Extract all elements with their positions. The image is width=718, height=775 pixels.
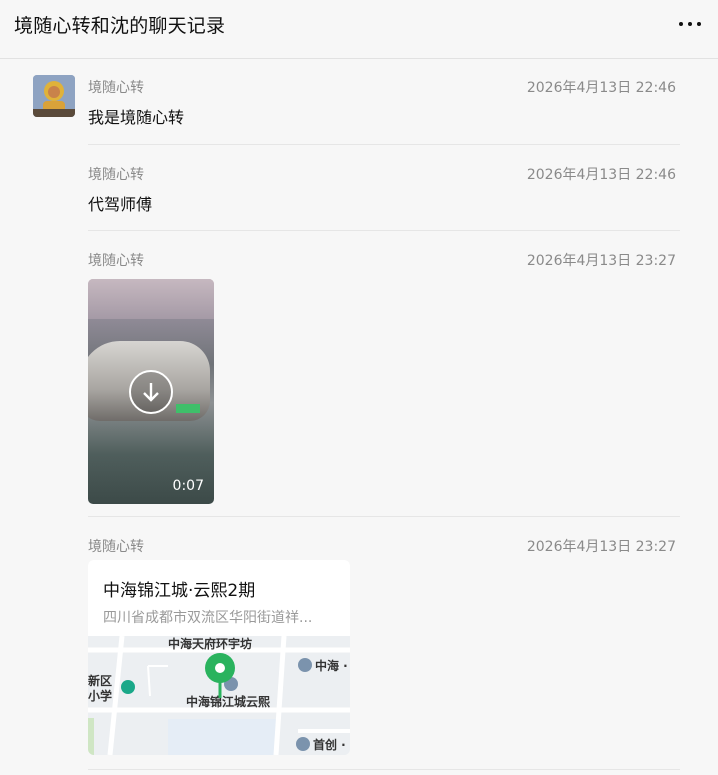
more-options-icon[interactable]	[678, 12, 704, 34]
message-divider	[88, 144, 680, 145]
message-sender: 境随心转	[88, 253, 144, 269]
map-poi-icon	[298, 658, 312, 672]
map-poi-icon	[296, 737, 310, 751]
message-item: 境随心转 2026年4月13日 22:46 代驾师傅	[88, 164, 680, 214]
message-text[interactable]: 代驾师傅	[88, 191, 152, 215]
message-time: 2026年4月13日 23:27	[526, 539, 676, 555]
video-plate	[176, 404, 200, 413]
message-divider	[88, 230, 680, 231]
message-item: 境随心转 2026年4月13日 22:46 我是境随心转	[88, 77, 680, 127]
avatar[interactable]	[33, 75, 75, 117]
map-label-poi-right-top: 中海 ·	[315, 659, 348, 673]
message-item: 境随心转 2026年4月13日 23:27 0:07	[88, 250, 680, 510]
map-label-poi-right-bottom: 首创 ·	[313, 738, 346, 752]
location-title: 中海锦江城·云熙2期	[103, 581, 256, 601]
download-button[interactable]	[129, 370, 173, 414]
location-address: 四川省成都市双流区华阳街道祥...	[103, 610, 313, 626]
message-sender: 境随心转	[88, 80, 144, 96]
download-icon	[143, 383, 159, 402]
map-label-top: 中海天府环宇坊	[168, 637, 253, 651]
location-pin-icon	[205, 653, 235, 698]
video-ceiling	[88, 279, 214, 319]
message-time: 2026年4月13日 22:46	[526, 80, 676, 96]
message-divider	[88, 769, 680, 770]
message-time: 2026年4月13日 23:27	[526, 253, 676, 269]
message-divider	[88, 516, 680, 517]
location-map[interactable]: 中海天府环宇坊 中海 · 新区 小学 中海锦江城云熙 首创 ·	[88, 636, 350, 755]
video-duration: 0:07	[172, 478, 204, 494]
message-text[interactable]: 我是境随心转	[88, 104, 184, 128]
chat-history-title: 境随心转和沈的聊天记录	[14, 15, 226, 37]
message-time: 2026年4月13日 22:46	[526, 167, 676, 183]
message-sender: 境随心转	[88, 539, 144, 555]
chat-history-header: 境随心转和沈的聊天记录	[0, 0, 718, 59]
message-item: 境随心转 2026年4月13日 23:27 中海锦江城·云熙2期 四川省成都市双…	[88, 536, 680, 766]
location-card[interactable]: 中海锦江城·云熙2期 四川省成都市双流区华阳街道祥... 中海天府环宇坊 中海 …	[88, 560, 350, 755]
avatar-image	[33, 75, 75, 117]
video-thumbnail[interactable]: 0:07	[88, 279, 214, 504]
map-label-left-2: 小学	[88, 689, 113, 703]
map-school-icon	[121, 680, 135, 694]
message-sender: 境随心转	[88, 167, 144, 183]
